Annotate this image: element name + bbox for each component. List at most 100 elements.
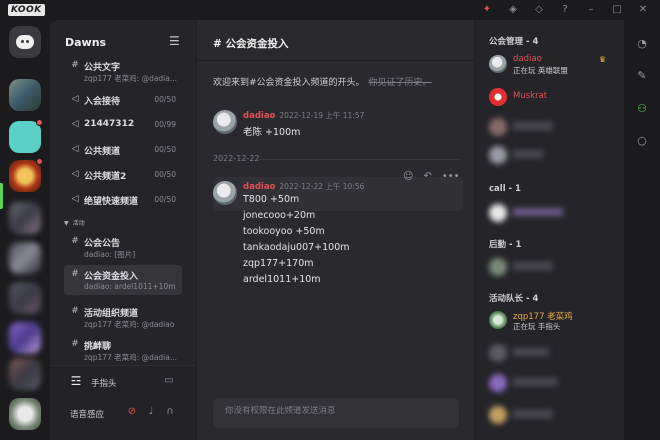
voice-channel-item[interactable]: ◁ 21447312 00/99	[64, 115, 182, 137]
avatar[interactable]	[213, 110, 237, 134]
user-bar: ☲ 手指头 ▭ 语音感应 ⊘ ♩ ∩	[50, 365, 196, 440]
voice-channel-item[interactable]: ◁ 绝望快速频道 00/50	[64, 190, 182, 212]
channel-name: 挑衅聊	[84, 342, 112, 352]
message-author[interactable]: dadiao	[243, 182, 275, 192]
mute-icon[interactable]: ⊘	[126, 406, 138, 417]
menu-icon[interactable]: ☰	[169, 34, 180, 48]
shield-icon[interactable]: ◇	[532, 3, 546, 17]
avatar	[489, 88, 507, 106]
member-item[interactable]: zqp177 老菜鸡 正在玩 手指头	[489, 309, 619, 333]
hash-icon: #	[71, 339, 79, 349]
voice-channel-item[interactable]: ◁ 公共频道2 00/50	[64, 165, 182, 187]
server-icon[interactable]	[9, 119, 43, 153]
channel-name: 入会接待	[84, 97, 121, 107]
minimize-icon[interactable]: –	[584, 3, 598, 17]
server-icon[interactable]	[9, 79, 41, 111]
member-item[interactable]	[489, 256, 619, 280]
members-icon[interactable]: ⚇	[635, 102, 649, 116]
close-icon[interactable]: ✕	[636, 3, 650, 17]
active-server-indicator	[0, 183, 3, 209]
channel-name: 绝望快速频道	[84, 197, 139, 207]
member-item[interactable]	[489, 404, 619, 428]
message[interactable]: dadiao 2022-12-22 上午 10:56 T800 +50m jone…	[213, 181, 463, 301]
more-icon[interactable]: •••	[442, 171, 460, 182]
member-item[interactable]: dadiao 正在玩 英雄联盟 ♛	[489, 53, 619, 77]
headphones-icon[interactable]: ∩	[164, 406, 176, 417]
channel-preview: dadiao: ardel1011+10m	[84, 282, 176, 291]
shirt-icon[interactable]: ◈	[506, 3, 520, 17]
member-item[interactable]	[489, 372, 619, 396]
gift-icon[interactable]: ✦	[480, 3, 494, 17]
channel-item-selected[interactable]: # 公会资金投入 dadiao: ardel1011+10m	[64, 265, 182, 295]
microphone-icon[interactable]: ♩	[145, 406, 157, 417]
server-icon[interactable]	[9, 158, 43, 192]
channel-item[interactable]: # 公会公告 dadiao: [图片]	[64, 232, 182, 262]
server-icon[interactable]	[9, 322, 41, 354]
voice-activation-label: 语音感应	[70, 410, 105, 420]
maximize-icon[interactable]: □	[610, 3, 624, 17]
channel-name: 公共频道	[84, 147, 121, 157]
channel-preview: zqp177 老菜鸡: @dadia...	[84, 74, 178, 83]
date-divider-line	[259, 159, 459, 160]
pin-icon[interactable]: ✎	[635, 69, 649, 83]
guild-name[interactable]: Dawns	[65, 36, 106, 49]
voice-channel-item[interactable]: ◁ 公共频道 00/50	[64, 140, 182, 162]
channel-item[interactable]: # 公共文字 zqp177 老菜鸡: @dadia...	[64, 56, 182, 86]
add-reaction-icon[interactable]: ☺	[403, 171, 413, 182]
member-status: 正在玩 英雄联盟	[513, 66, 568, 75]
speaker-icon: ◁	[71, 144, 79, 154]
channel-name: 公会公告	[84, 239, 121, 249]
blurred-name	[513, 410, 553, 418]
home-button[interactable]	[9, 26, 41, 58]
bell-icon[interactable]: ◔	[635, 37, 649, 51]
channel-preview: zqp177 老菜鸡: @dadia...	[84, 353, 178, 362]
right-icon-rail: ◔ ✎ ⚇ ○	[624, 20, 660, 440]
channel-panel: Dawns ☰ # 公共文字 zqp177 老菜鸡: @dadia... ◁ 入…	[50, 20, 196, 440]
member-item[interactable]	[489, 202, 619, 226]
message-author[interactable]: dadiao	[243, 111, 275, 121]
member-item[interactable]	[489, 342, 619, 366]
channel-name: 活动组织频道	[84, 309, 139, 319]
hash-icon: #	[71, 269, 79, 279]
help-icon[interactable]: ?	[558, 3, 572, 17]
channel-name: 21447312	[84, 119, 135, 129]
reply-icon[interactable]: ↶	[423, 171, 431, 182]
channel-name: 公会资金投入	[84, 272, 139, 282]
message-line: zqp177+170m	[243, 258, 314, 269]
avatar	[489, 374, 507, 392]
member-item[interactable]	[489, 116, 619, 140]
search-icon[interactable]: ○	[635, 134, 649, 148]
channel-name: 公共文字	[84, 63, 121, 73]
date-divider: 2022-12-22	[213, 154, 260, 163]
channel-user-count: 00/50	[154, 145, 176, 154]
member-list: 公会管理 - 4 dadiao 正在玩 英雄联盟 ♛ Muskrat call …	[474, 20, 624, 440]
server-icon[interactable]	[9, 202, 41, 234]
member-group-header: 活动队长 - 4	[489, 294, 539, 304]
message-input[interactable]	[225, 406, 445, 416]
message[interactable]: dadiao 2022-12-19 上午 11:57 老陈 +100m	[213, 110, 463, 142]
channel-title: # 公会资金投入	[213, 38, 289, 50]
channel-preview: zqp177 老菜鸡: @dadiao	[84, 320, 175, 329]
member-item[interactable]: Muskrat	[489, 86, 619, 110]
server-icon[interactable]	[9, 242, 41, 274]
avatar	[489, 118, 507, 136]
notification-dot	[36, 158, 43, 165]
channel-item[interactable]: # 挑衅聊 zqp177 老菜鸡: @dadia...	[64, 335, 182, 365]
channel-user-count: 00/50	[154, 195, 176, 204]
category-header[interactable]: ▼ 活动	[64, 218, 89, 227]
server-icon[interactable]	[9, 358, 41, 390]
server-icon[interactable]	[9, 398, 41, 430]
user-avatar-icon[interactable]: ☲	[67, 372, 85, 390]
message-timestamp: 2022-12-19 上午 11:57	[279, 111, 365, 120]
server-icon[interactable]	[9, 282, 41, 314]
screen-share-icon[interactable]: ▭	[164, 375, 173, 386]
member-item[interactable]	[489, 144, 619, 168]
voice-channel-item[interactable]: ◁ 入会接待 00/50	[64, 90, 182, 112]
title-bar: KOOK ✦ ◈ ◇ ? – □ ✕	[0, 0, 660, 20]
blurred-name	[513, 348, 549, 356]
header-divider	[197, 60, 475, 61]
message-toolbar: ☺ ↶ •••	[403, 171, 460, 182]
channel-item[interactable]: # 活动组织频道 zqp177 老菜鸡: @dadiao	[64, 302, 182, 332]
channel-name: 公共频道2	[84, 172, 127, 182]
user-name[interactable]: 手指头	[91, 377, 117, 389]
